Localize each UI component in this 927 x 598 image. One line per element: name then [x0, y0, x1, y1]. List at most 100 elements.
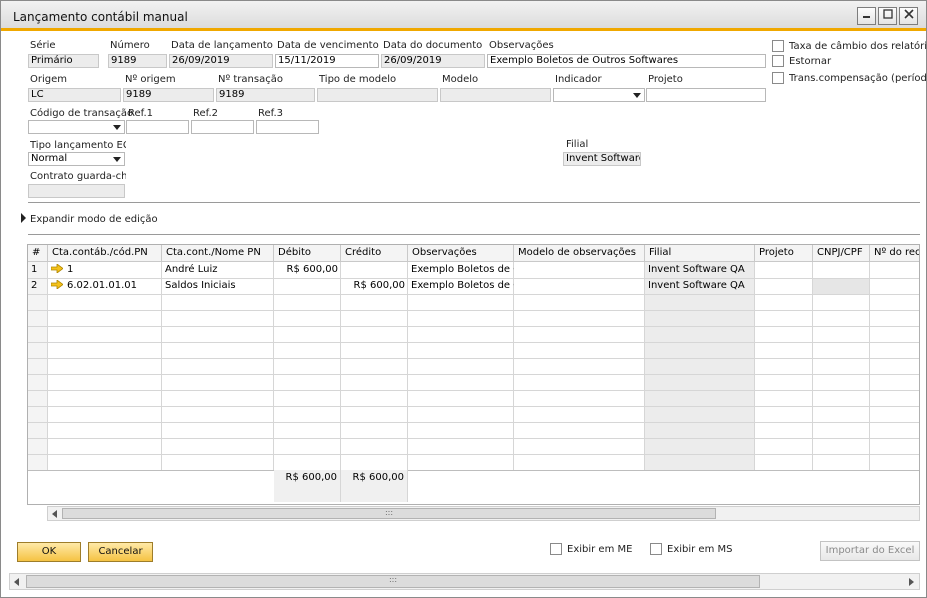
projeto-field[interactable] [646, 88, 766, 102]
receipt-cell[interactable] [870, 278, 919, 294]
trans-compensacao-checkbox[interactable] [772, 72, 784, 84]
journal-lines-grid[interactable]: # Cta.contáb./cód.PN Cta.cont./Nome PN D… [27, 244, 920, 505]
maximize-icon [882, 9, 893, 19]
column-header-observacoes[interactable]: Observações [408, 245, 514, 262]
row-line [28, 310, 919, 311]
serie-field[interactable]: Primário [28, 54, 99, 68]
expand-edit-mode-link[interactable]: Expandir modo de edição [30, 214, 158, 225]
grid-horizontal-scrollbar[interactable]: ::: [47, 506, 920, 521]
minimize-button[interactable] [857, 7, 876, 25]
credit-cell[interactable]: R$ 600,00 [341, 278, 408, 294]
row-line [28, 326, 919, 327]
tipo-modelo-field[interactable] [317, 88, 438, 102]
numero-label: Número [110, 40, 150, 51]
debit-cell[interactable]: R$ 600,00 [274, 262, 341, 278]
credit-cell[interactable] [341, 262, 408, 278]
indicador-label: Indicador [555, 74, 602, 85]
observation-template-cell[interactable] [514, 278, 645, 294]
n-origem-label: Nº origem [125, 74, 176, 85]
filial-field[interactable]: Invent Software [563, 152, 641, 166]
taxa-cambio-checkbox[interactable] [772, 40, 784, 52]
trans-compensacao-label: Trans.compensação (período [789, 73, 926, 84]
receipt-cell[interactable] [870, 262, 919, 278]
contrato-field[interactable] [28, 184, 125, 198]
project-cell[interactable] [755, 262, 813, 278]
modelo-field[interactable] [440, 88, 551, 102]
totals-spacer [341, 486, 408, 502]
window-horizontal-scrollbar[interactable]: ::: [9, 573, 920, 590]
estornar-checkbox[interactable] [772, 55, 784, 67]
exibir-ms-checkbox[interactable] [650, 543, 662, 555]
tipo-lancamento-label: Tipo lançamento ECD [30, 140, 126, 151]
observations-cell[interactable]: Exemplo Boletos de Ou [408, 278, 514, 294]
cnpj-cell[interactable] [813, 262, 870, 278]
title-bar[interactable]: Lançamento contábil manual [1, 1, 926, 31]
data-documento-field[interactable]: 26/09/2019 [381, 54, 485, 68]
modelo-label: Modelo [442, 74, 479, 85]
codigo-transacao-label: Código de transação [30, 108, 134, 119]
column-header-conta[interactable]: Cta.contáb./cód.PN [48, 245, 162, 262]
account-name-cell[interactable]: Saldos Iniciais [162, 278, 274, 294]
codigo-transacao-dropdown[interactable] [28, 120, 125, 134]
cnpj-cell[interactable] [813, 278, 870, 294]
n-origem-field[interactable]: 9189 [123, 88, 214, 102]
origem-label: Origem [30, 74, 68, 85]
numero-field[interactable]: 9189 [108, 54, 167, 68]
taxa-cambio-label: Taxa de câmbio dos relatórios [789, 41, 927, 52]
ok-button[interactable]: OK [17, 542, 81, 562]
column-header-cnpj[interactable]: CNPJ/CPF [813, 245, 870, 262]
column-header-nome[interactable]: Cta.cont./Nome PN [162, 245, 274, 262]
window-title: Lançamento contábil manual [13, 10, 188, 24]
account-name-cell[interactable]: André Luiz [162, 262, 274, 278]
data-lancamento-field[interactable]: 26/09/2019 [169, 54, 273, 68]
project-cell[interactable] [755, 278, 813, 294]
row-line [28, 342, 919, 343]
account-code-cell[interactable]: 1 [48, 262, 162, 278]
divider [28, 202, 920, 203]
row-number[interactable]: 1 [28, 262, 48, 278]
maximize-button[interactable] [878, 7, 897, 25]
ref3-field[interactable] [256, 120, 319, 134]
import-excel-button[interactable]: Importar do Excel [820, 541, 920, 561]
scroll-right-icon[interactable] [909, 578, 914, 586]
row-number[interactable]: 2 [28, 278, 48, 294]
minimize-icon [863, 16, 870, 18]
scroll-left-icon[interactable] [14, 578, 19, 586]
indicador-dropdown[interactable] [553, 88, 645, 102]
observation-template-cell[interactable] [514, 262, 645, 278]
exibir-me-checkbox[interactable] [550, 543, 562, 555]
column-header-modelo-obs[interactable]: Modelo de observações [514, 245, 645, 262]
column-header-recibo[interactable]: Nº do reci [870, 245, 919, 262]
scroll-thumb[interactable]: ::: [62, 508, 716, 519]
data-vencimento-field[interactable]: 15/11/2019 [275, 54, 379, 68]
expand-arrow-icon[interactable] [21, 213, 26, 223]
column-header-credito[interactable]: Crédito [341, 245, 408, 262]
tipo-lancamento-dropdown[interactable]: Normal [28, 152, 125, 166]
branch-cell[interactable]: Invent Software QA [645, 262, 755, 278]
origem-field[interactable]: LC [28, 88, 121, 102]
link-arrow-icon [51, 264, 63, 273]
branch-cell[interactable]: Invent Software QA [645, 278, 755, 294]
row-line [28, 374, 919, 375]
column-header-projeto[interactable]: Projeto [755, 245, 813, 262]
column-header-debito[interactable]: Débito [274, 245, 341, 262]
row-line [28, 422, 919, 423]
debit-cell[interactable] [274, 278, 341, 294]
observacoes-field[interactable]: Exemplo Boletos de Outros Softwares [487, 54, 766, 68]
ref1-field[interactable] [126, 120, 189, 134]
scroll-left-icon[interactable] [52, 510, 57, 518]
account-code-cell[interactable]: 6.02.01.01.01 [48, 278, 162, 294]
scroll-thumb[interactable]: ::: [26, 575, 760, 588]
cancel-button[interactable]: Cancelar [88, 542, 153, 562]
column-header-filial[interactable]: Filial [645, 245, 755, 262]
account-code-text: 6.02.01.01.01 [67, 280, 137, 291]
totals-spacer [274, 486, 341, 502]
n-transacao-label: Nº transação [218, 74, 283, 85]
ref1-label: Ref.1 [128, 108, 153, 119]
close-button[interactable] [899, 7, 918, 25]
ref2-field[interactable] [191, 120, 254, 134]
contrato-label: Contrato guarda-chuva [30, 171, 126, 182]
column-header-num[interactable]: # [28, 245, 48, 262]
observations-cell[interactable]: Exemplo Boletos de Ou [408, 262, 514, 278]
n-transacao-field[interactable]: 9189 [216, 88, 315, 102]
